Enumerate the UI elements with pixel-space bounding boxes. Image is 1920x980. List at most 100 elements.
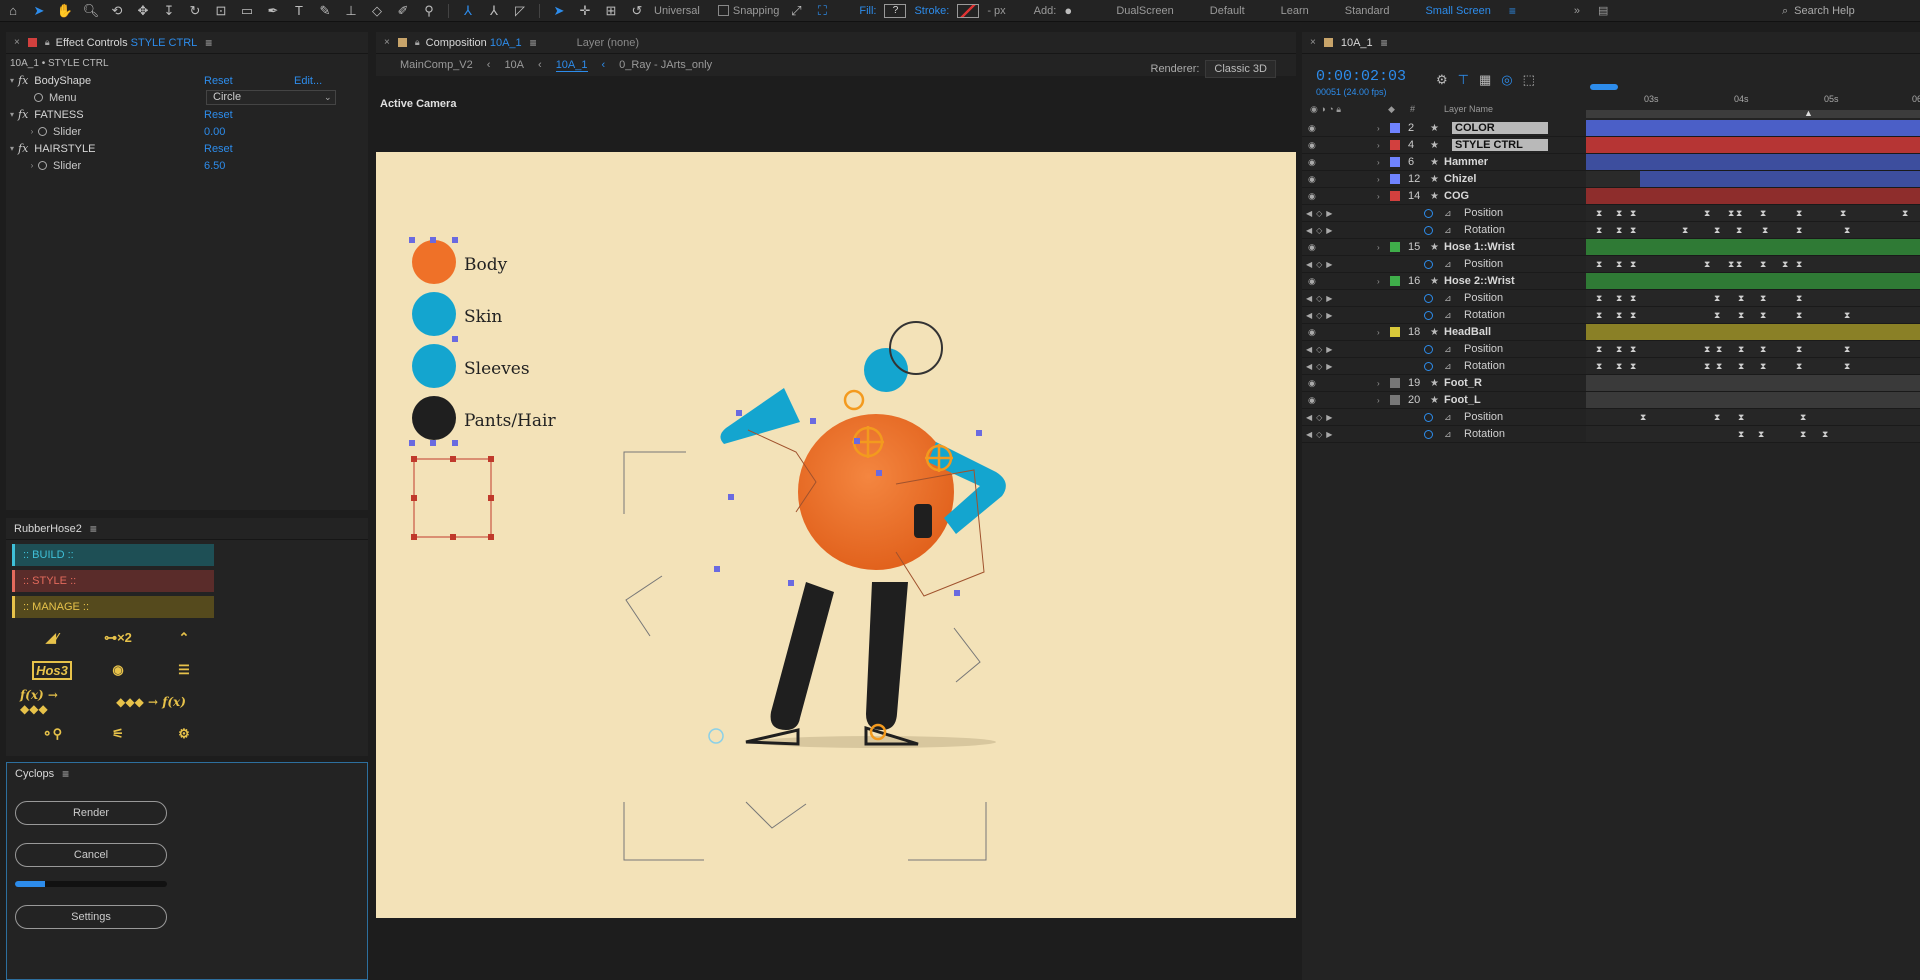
current-timecode[interactable]: 0:00:02:03 bbox=[1316, 68, 1406, 85]
anchor-tool-icon[interactable]: ⊡ bbox=[208, 0, 234, 22]
eye-icon[interactable]: ◉ bbox=[1308, 242, 1316, 253]
puppet-pin-icon[interactable]: ⚲ bbox=[416, 0, 442, 22]
label-color-chip[interactable] bbox=[1390, 242, 1400, 252]
workspace-default[interactable]: Default bbox=[1210, 5, 1245, 17]
graph-icon[interactable]: ⊿ bbox=[1444, 344, 1452, 355]
workspace-small-screen[interactable]: Small Screen bbox=[1425, 5, 1490, 17]
keyframe-icon[interactable]: ⧗ bbox=[1796, 311, 1803, 320]
twirl-icon[interactable]: › bbox=[1377, 141, 1380, 150]
keyframe-icon[interactable]: ⧗ bbox=[1714, 413, 1721, 422]
fill-swatch[interactable]: ? bbox=[884, 3, 907, 18]
layer-row[interactable]: ◉ › 15 ★ Hose 1::Wrist bbox=[1302, 239, 1586, 256]
stopwatch-icon[interactable] bbox=[1424, 344, 1433, 354]
workspace-dualscreen[interactable]: DualScreen bbox=[1116, 5, 1173, 17]
universal-move-icon[interactable]: ✛ bbox=[572, 0, 598, 22]
stopwatch-icon[interactable] bbox=[34, 93, 43, 102]
chevron-left-icon[interactable]: ‹ bbox=[487, 59, 491, 71]
axis-view-icon[interactable]: ◸ bbox=[507, 0, 533, 22]
cancel-button[interactable]: Cancel bbox=[15, 843, 167, 867]
layer-name[interactable]: Foot_R bbox=[1444, 377, 1482, 389]
label-color-chip[interactable] bbox=[1390, 327, 1400, 337]
keyframe-icon[interactable]: ⧗ bbox=[1630, 362, 1637, 371]
keyframe-icon[interactable]: ⧗ bbox=[1800, 430, 1807, 439]
skin-swatch[interactable] bbox=[412, 292, 456, 336]
twirl-icon[interactable]: › bbox=[1377, 192, 1380, 201]
graph-icon[interactable]: ⊿ bbox=[1444, 259, 1452, 270]
keyframe-icon[interactable]: ⧗ bbox=[1760, 345, 1767, 354]
pen-tool-icon[interactable]: ✒ bbox=[260, 0, 286, 22]
fatness-slider-value[interactable]: 0.00 bbox=[204, 126, 225, 138]
work-area-marker-icon[interactable]: ▲ bbox=[1804, 108, 1813, 118]
twirl-closed-icon[interactable]: › bbox=[26, 161, 38, 170]
orbit-camera-icon[interactable]: ⟲ bbox=[104, 0, 130, 22]
checkbox-icon[interactable] bbox=[717, 4, 729, 16]
keyframe-icon[interactable]: ⧗ bbox=[1630, 345, 1637, 354]
panel-menu-icon[interactable]: ≡ bbox=[1381, 36, 1388, 50]
keyframe-icon[interactable]: ⧗ bbox=[1738, 294, 1745, 303]
keyframe-icon[interactable]: ⧗ bbox=[1640, 413, 1647, 422]
keyframe-icon[interactable]: ⧗ bbox=[1704, 209, 1711, 218]
close-icon[interactable]: × bbox=[1310, 37, 1316, 48]
stopwatch-icon[interactable] bbox=[1424, 412, 1433, 422]
crumb-ray[interactable]: 0_Ray - JArts_only bbox=[619, 59, 712, 71]
layer-duration-bar[interactable] bbox=[1586, 137, 1920, 154]
layer-duration-bar[interactable] bbox=[1586, 392, 1920, 409]
panel-title[interactable]: RubberHose2 bbox=[14, 523, 82, 535]
pan-camera-icon[interactable]: ✥ bbox=[130, 0, 156, 22]
keyframe-icon[interactable]: ⧗ bbox=[1736, 226, 1743, 235]
fx-icon[interactable]: fx bbox=[18, 142, 28, 155]
label-color-chip[interactable] bbox=[1390, 395, 1400, 405]
keyframe-icon[interactable]: ⧗ bbox=[1616, 311, 1623, 320]
label-color-chip[interactable] bbox=[1390, 123, 1400, 133]
graph-editor-icon[interactable]: ⬚ bbox=[1523, 72, 1535, 88]
twirl-open-icon[interactable]: ▾ bbox=[6, 76, 18, 85]
eye-icon[interactable]: ◉ bbox=[1308, 276, 1316, 287]
property-row[interactable]: ◀◇▶ ⊿ Rotation bbox=[1302, 358, 1586, 375]
keyframe-icon[interactable]: ⧗ bbox=[1616, 294, 1623, 303]
snapping-checkbox[interactable]: Snapping bbox=[717, 4, 779, 17]
keyframe-icon[interactable]: ⧗ bbox=[1596, 209, 1603, 218]
eye-icon[interactable]: ◉ bbox=[1308, 174, 1316, 185]
stopwatch-icon[interactable] bbox=[1424, 225, 1433, 235]
crumb-10a-1[interactable]: 10A_1 bbox=[555, 59, 588, 72]
keyframe-icon[interactable]: ⧗ bbox=[1704, 345, 1711, 354]
keyframe-icon[interactable]: ⧗ bbox=[1714, 294, 1721, 303]
keyframe-icon[interactable]: ⧗ bbox=[1616, 362, 1623, 371]
reset-link[interactable]: Reset bbox=[204, 143, 233, 155]
more-workspaces-icon[interactable]: » bbox=[1574, 5, 1580, 17]
twirl-closed-icon[interactable]: › bbox=[26, 127, 38, 136]
layer-row[interactable]: ◉ › 2 ★ COLOR bbox=[1302, 120, 1586, 137]
layer-name[interactable]: COG bbox=[1444, 190, 1469, 202]
effect-row-bodyshape[interactable]: ▾ fx BodyShape Reset Edit... bbox=[6, 72, 368, 89]
keyframe-track[interactable]: ⧗ ⧗ ⧗ ⧗ ⧗ ⧗ ⧗ ⧗ ⧗ bbox=[1586, 256, 1920, 273]
keyframe-icon[interactable]: ⧗ bbox=[1844, 345, 1851, 354]
keyframe-icon[interactable]: ⧗ bbox=[1840, 209, 1847, 218]
dolly-camera-icon[interactable]: ↧ bbox=[156, 0, 182, 22]
property-row[interactable]: ◀◇▶ ⊿ Position bbox=[1302, 290, 1586, 307]
twirl-icon[interactable]: › bbox=[1377, 124, 1380, 133]
effect-row-fatness[interactable]: ▾ fx FATNESS Reset bbox=[6, 106, 368, 123]
layer-row[interactable]: ◉ › 4 ★ STYLE CTRL bbox=[1302, 137, 1586, 154]
graph-icon[interactable]: ⊿ bbox=[1444, 208, 1452, 219]
pants-hair-swatch[interactable] bbox=[412, 396, 456, 440]
close-icon[interactable]: × bbox=[14, 37, 20, 48]
motorbike-icon[interactable]: ⚬⚲ bbox=[20, 720, 84, 748]
zoom-tool-icon[interactable]: 🔍︎ bbox=[78, 0, 104, 22]
keyframe-track[interactable]: ⧗ ⧗ ⧗ ⧗ ⧗ ⧗ ⧗ ⧗ ⧗ bbox=[1586, 222, 1920, 239]
layer-name[interactable]: Foot_L bbox=[1444, 394, 1481, 406]
eye-icon[interactable]: ◉ bbox=[86, 656, 150, 684]
keyframe-icon[interactable]: ⧗ bbox=[1800, 413, 1807, 422]
keyframe-icon[interactable]: ⧗ bbox=[1616, 345, 1623, 354]
keyframe-icon[interactable]: ⧗ bbox=[1760, 209, 1767, 218]
layer-name[interactable]: Chizel bbox=[1444, 173, 1476, 185]
stopwatch-icon[interactable] bbox=[1424, 208, 1433, 218]
panel-menu-icon[interactable]: ≡ bbox=[90, 522, 97, 536]
keyframe-icon[interactable]: ⧗ bbox=[1704, 260, 1711, 269]
graph-icon[interactable]: ⊿ bbox=[1444, 225, 1452, 236]
eraser-tool-icon[interactable]: ◇ bbox=[364, 0, 390, 22]
keyframe-icon[interactable]: ⧗ bbox=[1616, 260, 1623, 269]
search-help-field[interactable]: ⌕ Search Help bbox=[1782, 3, 1912, 19]
keyframe-icon[interactable]: ⧗ bbox=[1714, 311, 1721, 320]
chevron-left-icon[interactable]: ‹ bbox=[602, 59, 606, 71]
keyframe-icon[interactable]: ⧗ bbox=[1616, 226, 1623, 235]
